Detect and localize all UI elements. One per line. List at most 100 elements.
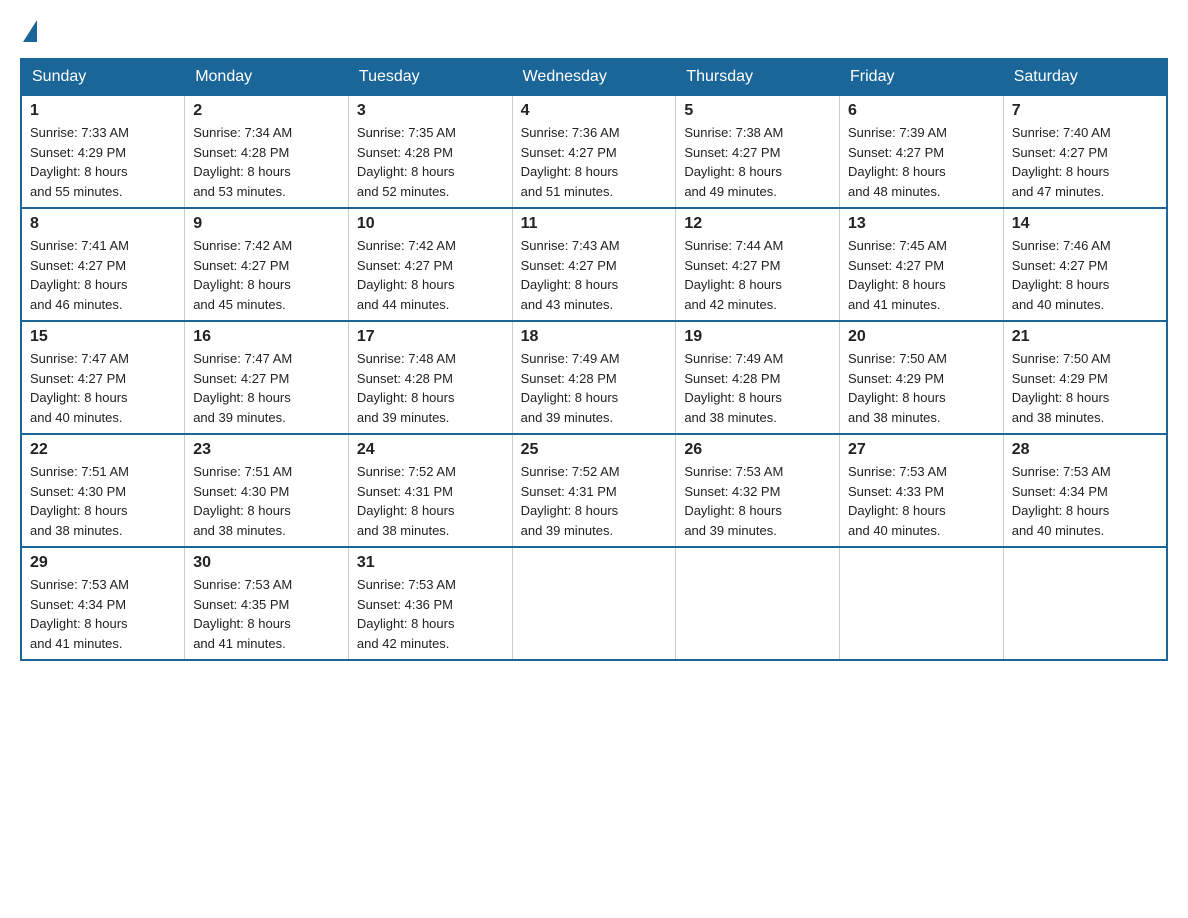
day-number: 27 xyxy=(848,441,995,459)
calendar-cell: 4 Sunrise: 7:36 AMSunset: 4:27 PMDayligh… xyxy=(512,95,676,208)
day-number: 13 xyxy=(848,215,995,233)
day-number: 19 xyxy=(684,328,831,346)
day-info: Sunrise: 7:42 AMSunset: 4:27 PMDaylight:… xyxy=(193,236,340,314)
calendar-cell: 26 Sunrise: 7:53 AMSunset: 4:32 PMDaylig… xyxy=(676,434,840,547)
calendar-cell: 5 Sunrise: 7:38 AMSunset: 4:27 PMDayligh… xyxy=(676,95,840,208)
day-info: Sunrise: 7:53 AMSunset: 4:36 PMDaylight:… xyxy=(357,575,504,653)
day-number: 25 xyxy=(521,441,668,459)
calendar-cell: 12 Sunrise: 7:44 AMSunset: 4:27 PMDaylig… xyxy=(676,208,840,321)
day-info: Sunrise: 7:50 AMSunset: 4:29 PMDaylight:… xyxy=(1012,349,1158,427)
day-info: Sunrise: 7:47 AMSunset: 4:27 PMDaylight:… xyxy=(193,349,340,427)
weekday-header-saturday: Saturday xyxy=(1003,59,1167,95)
day-info: Sunrise: 7:40 AMSunset: 4:27 PMDaylight:… xyxy=(1012,123,1158,201)
day-info: Sunrise: 7:52 AMSunset: 4:31 PMDaylight:… xyxy=(521,462,668,540)
calendar-cell: 8 Sunrise: 7:41 AMSunset: 4:27 PMDayligh… xyxy=(21,208,185,321)
day-number: 29 xyxy=(30,554,176,572)
calendar-cell: 29 Sunrise: 7:53 AMSunset: 4:34 PMDaylig… xyxy=(21,547,185,660)
calendar-table: SundayMondayTuesdayWednesdayThursdayFrid… xyxy=(20,58,1168,661)
day-number: 15 xyxy=(30,328,176,346)
day-number: 20 xyxy=(848,328,995,346)
calendar-cell: 6 Sunrise: 7:39 AMSunset: 4:27 PMDayligh… xyxy=(840,95,1004,208)
day-info: Sunrise: 7:45 AMSunset: 4:27 PMDaylight:… xyxy=(848,236,995,314)
day-number: 24 xyxy=(357,441,504,459)
day-number: 10 xyxy=(357,215,504,233)
calendar-cell: 15 Sunrise: 7:47 AMSunset: 4:27 PMDaylig… xyxy=(21,321,185,434)
calendar-cell xyxy=(840,547,1004,660)
calendar-cell: 16 Sunrise: 7:47 AMSunset: 4:27 PMDaylig… xyxy=(185,321,349,434)
day-number: 26 xyxy=(684,441,831,459)
day-info: Sunrise: 7:53 AMSunset: 4:35 PMDaylight:… xyxy=(193,575,340,653)
calendar-cell: 21 Sunrise: 7:50 AMSunset: 4:29 PMDaylig… xyxy=(1003,321,1167,434)
day-number: 22 xyxy=(30,441,176,459)
calendar-cell: 25 Sunrise: 7:52 AMSunset: 4:31 PMDaylig… xyxy=(512,434,676,547)
day-number: 31 xyxy=(357,554,504,572)
day-info: Sunrise: 7:50 AMSunset: 4:29 PMDaylight:… xyxy=(848,349,995,427)
day-info: Sunrise: 7:48 AMSunset: 4:28 PMDaylight:… xyxy=(357,349,504,427)
weekday-header-wednesday: Wednesday xyxy=(512,59,676,95)
day-number: 28 xyxy=(1012,441,1158,459)
day-number: 30 xyxy=(193,554,340,572)
calendar-cell: 3 Sunrise: 7:35 AMSunset: 4:28 PMDayligh… xyxy=(348,95,512,208)
calendar-week-row: 29 Sunrise: 7:53 AMSunset: 4:34 PMDaylig… xyxy=(21,547,1167,660)
weekday-header-monday: Monday xyxy=(185,59,349,95)
calendar-cell: 20 Sunrise: 7:50 AMSunset: 4:29 PMDaylig… xyxy=(840,321,1004,434)
calendar-cell xyxy=(1003,547,1167,660)
day-number: 1 xyxy=(30,102,176,120)
day-number: 7 xyxy=(1012,102,1158,120)
calendar-cell: 24 Sunrise: 7:52 AMSunset: 4:31 PMDaylig… xyxy=(348,434,512,547)
calendar-week-row: 22 Sunrise: 7:51 AMSunset: 4:30 PMDaylig… xyxy=(21,434,1167,547)
calendar-cell: 10 Sunrise: 7:42 AMSunset: 4:27 PMDaylig… xyxy=(348,208,512,321)
calendar-cell: 9 Sunrise: 7:42 AMSunset: 4:27 PMDayligh… xyxy=(185,208,349,321)
weekday-header-sunday: Sunday xyxy=(21,59,185,95)
day-info: Sunrise: 7:53 AMSunset: 4:34 PMDaylight:… xyxy=(1012,462,1158,540)
page-header xyxy=(20,20,1168,38)
calendar-cell: 17 Sunrise: 7:48 AMSunset: 4:28 PMDaylig… xyxy=(348,321,512,434)
logo-triangle-icon xyxy=(23,20,37,42)
calendar-cell: 14 Sunrise: 7:46 AMSunset: 4:27 PMDaylig… xyxy=(1003,208,1167,321)
day-info: Sunrise: 7:36 AMSunset: 4:27 PMDaylight:… xyxy=(521,123,668,201)
day-number: 18 xyxy=(521,328,668,346)
day-info: Sunrise: 7:51 AMSunset: 4:30 PMDaylight:… xyxy=(30,462,176,540)
day-info: Sunrise: 7:33 AMSunset: 4:29 PMDaylight:… xyxy=(30,123,176,201)
day-number: 3 xyxy=(357,102,504,120)
weekday-header-friday: Friday xyxy=(840,59,1004,95)
day-number: 6 xyxy=(848,102,995,120)
day-info: Sunrise: 7:52 AMSunset: 4:31 PMDaylight:… xyxy=(357,462,504,540)
day-number: 8 xyxy=(30,215,176,233)
day-number: 16 xyxy=(193,328,340,346)
day-info: Sunrise: 7:51 AMSunset: 4:30 PMDaylight:… xyxy=(193,462,340,540)
day-number: 21 xyxy=(1012,328,1158,346)
calendar-cell xyxy=(512,547,676,660)
calendar-cell: 31 Sunrise: 7:53 AMSunset: 4:36 PMDaylig… xyxy=(348,547,512,660)
day-info: Sunrise: 7:38 AMSunset: 4:27 PMDaylight:… xyxy=(684,123,831,201)
day-info: Sunrise: 7:49 AMSunset: 4:28 PMDaylight:… xyxy=(521,349,668,427)
day-number: 4 xyxy=(521,102,668,120)
day-info: Sunrise: 7:53 AMSunset: 4:32 PMDaylight:… xyxy=(684,462,831,540)
day-number: 5 xyxy=(684,102,831,120)
calendar-week-row: 1 Sunrise: 7:33 AMSunset: 4:29 PMDayligh… xyxy=(21,95,1167,208)
calendar-cell: 22 Sunrise: 7:51 AMSunset: 4:30 PMDaylig… xyxy=(21,434,185,547)
day-info: Sunrise: 7:42 AMSunset: 4:27 PMDaylight:… xyxy=(357,236,504,314)
calendar-week-row: 8 Sunrise: 7:41 AMSunset: 4:27 PMDayligh… xyxy=(21,208,1167,321)
weekday-header-tuesday: Tuesday xyxy=(348,59,512,95)
day-info: Sunrise: 7:44 AMSunset: 4:27 PMDaylight:… xyxy=(684,236,831,314)
calendar-cell: 2 Sunrise: 7:34 AMSunset: 4:28 PMDayligh… xyxy=(185,95,349,208)
day-number: 23 xyxy=(193,441,340,459)
calendar-cell: 1 Sunrise: 7:33 AMSunset: 4:29 PMDayligh… xyxy=(21,95,185,208)
day-number: 2 xyxy=(193,102,340,120)
day-info: Sunrise: 7:34 AMSunset: 4:28 PMDaylight:… xyxy=(193,123,340,201)
day-info: Sunrise: 7:43 AMSunset: 4:27 PMDaylight:… xyxy=(521,236,668,314)
calendar-cell: 27 Sunrise: 7:53 AMSunset: 4:33 PMDaylig… xyxy=(840,434,1004,547)
calendar-cell: 18 Sunrise: 7:49 AMSunset: 4:28 PMDaylig… xyxy=(512,321,676,434)
weekday-header-thursday: Thursday xyxy=(676,59,840,95)
day-info: Sunrise: 7:53 AMSunset: 4:34 PMDaylight:… xyxy=(30,575,176,653)
day-number: 11 xyxy=(521,215,668,233)
calendar-cell: 19 Sunrise: 7:49 AMSunset: 4:28 PMDaylig… xyxy=(676,321,840,434)
day-number: 9 xyxy=(193,215,340,233)
calendar-cell: 28 Sunrise: 7:53 AMSunset: 4:34 PMDaylig… xyxy=(1003,434,1167,547)
day-number: 12 xyxy=(684,215,831,233)
day-number: 17 xyxy=(357,328,504,346)
day-info: Sunrise: 7:47 AMSunset: 4:27 PMDaylight:… xyxy=(30,349,176,427)
logo xyxy=(20,20,37,38)
calendar-cell: 13 Sunrise: 7:45 AMSunset: 4:27 PMDaylig… xyxy=(840,208,1004,321)
